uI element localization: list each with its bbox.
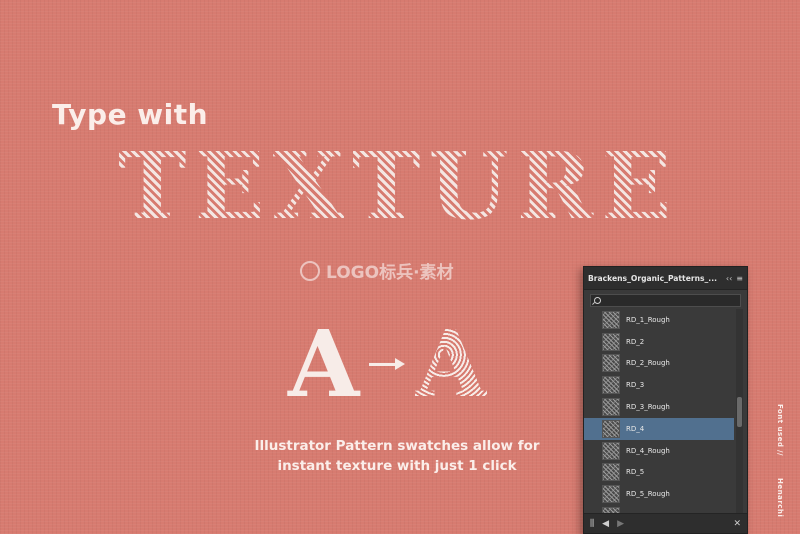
- swatch-library-panel[interactable]: Brackens_Organic_Patterns_... ‹‹ ≡ RD_1_…: [583, 266, 748, 534]
- pattern-swatch-thumbnail: [602, 398, 620, 417]
- pattern-swatch-thumbnail: [602, 485, 620, 504]
- swatch-row[interactable]: RD_1_Rough: [584, 309, 734, 331]
- swatch-label: RD_1_Rough: [626, 315, 670, 324]
- caption-line-2: instant texture with just 1 click: [277, 458, 517, 474]
- side-label-font-name: Henarchi: [776, 478, 784, 518]
- swatch-row[interactable]: RD_4_Rough: [584, 440, 734, 462]
- pattern-swatch-thumbnail: [602, 419, 620, 438]
- swatch-label: RD_4: [626, 424, 645, 433]
- panel-menu-icon[interactable]: ≡: [736, 274, 743, 283]
- panel-title-tab[interactable]: Brackens_Organic_Patterns_...: [588, 274, 722, 283]
- search-icon: [594, 297, 601, 304]
- swatch-label: RD_2_Rough: [626, 359, 670, 368]
- pattern-swatch-thumbnail: [602, 332, 620, 351]
- swatch-label: RD_3: [626, 381, 645, 390]
- headline: Type with: [52, 98, 209, 131]
- arrow-right-icon: [369, 358, 407, 370]
- swatch-label: RD_5: [626, 468, 645, 477]
- textured-letter: A: [415, 310, 487, 418]
- swatch-label: RD_4_Rough: [626, 446, 670, 455]
- swatch-row[interactable]: RD_6: [584, 505, 734, 513]
- watermark: LOGO标兵·素材: [300, 258, 454, 283]
- before-after-demo: A A: [288, 318, 487, 410]
- swatch-row[interactable]: RD_5_Rough: [584, 483, 734, 505]
- pattern-swatch-thumbnail: [602, 310, 620, 329]
- swatch-list: RD_1_Rough RD_2 RD_2_Rough RD_3 RD_3_Rough RD…: [584, 309, 734, 513]
- panel-footer: ⫼ ◀ ▶ ✕: [584, 513, 747, 533]
- panel-header: Brackens_Organic_Patterns_... ‹‹ ≡: [584, 267, 747, 290]
- swatch-options-icon[interactable]: ✕: [733, 519, 741, 529]
- swatch-label: RD_2: [626, 337, 645, 346]
- search-row: [584, 290, 747, 311]
- pattern-swatch-thumbnail: [602, 354, 620, 373]
- previous-library-icon[interactable]: ◀: [602, 519, 609, 529]
- swatch-row[interactable]: RD_2_Rough: [584, 353, 734, 375]
- collapse-panel-icon[interactable]: ‹‹: [726, 274, 732, 283]
- scrollbar[interactable]: [736, 309, 743, 513]
- pattern-swatch-thumbnail: [602, 463, 620, 482]
- watermark-text: LOGO标兵·素材: [326, 263, 454, 283]
- plain-letter: A: [288, 310, 360, 418]
- side-label-font-used: Font used: [776, 404, 784, 448]
- pattern-swatch-thumbnail: [602, 441, 620, 460]
- caption-line-1: Illustrator Pattern swatches allow for: [254, 438, 540, 454]
- watermark-logo-icon: [300, 260, 320, 281]
- swatch-row[interactable]: RD_4: [584, 417, 734, 440]
- swatch-row[interactable]: RD_2: [584, 331, 734, 353]
- search-input[interactable]: [590, 294, 741, 307]
- side-label-divider: //: [776, 450, 784, 457]
- swatch-row[interactable]: RD_5: [584, 462, 734, 484]
- pattern-swatch-thumbnail: [602, 376, 620, 395]
- swatch-row[interactable]: RD_3: [584, 374, 734, 396]
- caption: Illustrator Pattern swatches allow for i…: [232, 436, 562, 476]
- scrollbar-thumb[interactable]: [737, 397, 742, 427]
- swatch-row[interactable]: RD_3_Rough: [584, 396, 734, 418]
- swatch-library-menu-icon[interactable]: ⫼: [590, 519, 594, 529]
- swatch-label: RD_3_Rough: [626, 403, 670, 412]
- texture-word: TEXTURE: [118, 132, 680, 240]
- next-library-icon[interactable]: ▶: [617, 519, 624, 529]
- swatch-label: RD_5_Rough: [626, 490, 670, 499]
